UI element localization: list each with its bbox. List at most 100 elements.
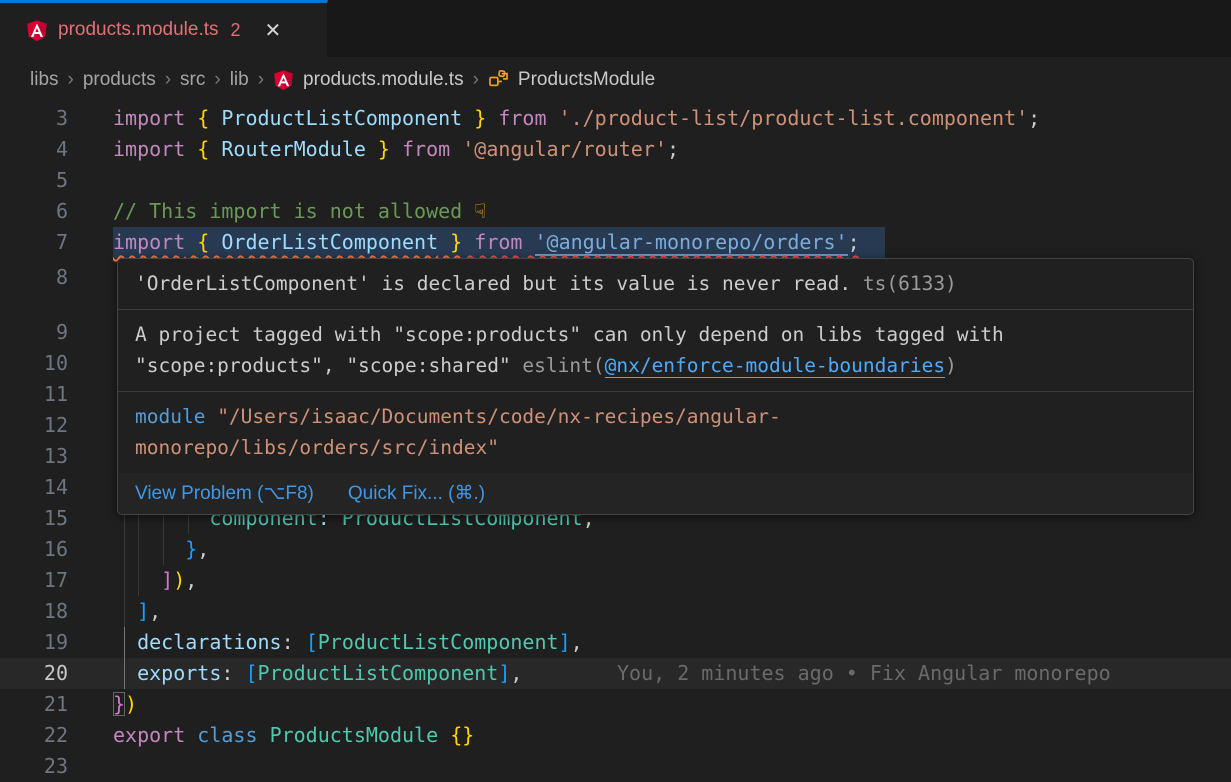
code-token: from	[498, 106, 546, 130]
problem-hover-popup: 'OrderListComponent' is declared but its…	[117, 258, 1194, 515]
code-token: export	[113, 723, 185, 747]
code-token: :	[282, 630, 306, 654]
hover-message-line: monorepo/libs/orders/src/index"	[135, 432, 1176, 463]
hover-message-line: 'OrderListComponent' is declared but its…	[135, 268, 1176, 299]
code-line-text: import { OrderListComponent } from '@ang…	[113, 227, 860, 258]
code-line-5[interactable]	[0, 165, 1231, 196]
code-token: ]	[137, 599, 149, 623]
code-token: [	[306, 630, 318, 654]
close-icon[interactable]: ✕	[265, 18, 282, 43]
chevron-right-icon: ›	[258, 69, 264, 91]
code-token: ,	[571, 630, 583, 654]
code-token: "scope:products", "scope:shared"	[135, 354, 511, 377]
code-token: // This import is not allowed	[113, 199, 474, 223]
code-line-text: declarations: [ProductListComponent],	[113, 627, 583, 658]
code-token: ☟	[474, 199, 486, 223]
hover-message-1: 'OrderListComponent' is declared but its…	[118, 259, 1193, 310]
hover-message-line: "scope:products", "scope:shared" eslint(…	[135, 350, 1176, 381]
quick-fix-action[interactable]: Quick Fix... (⌘.)	[348, 479, 485, 508]
code-token: ,	[510, 661, 522, 685]
code-token: {	[197, 230, 221, 254]
code-token	[486, 106, 498, 130]
breadcrumb: libs›products›src›lib›products.module.ts…	[0, 57, 1231, 103]
code-token: ;	[848, 230, 860, 254]
code-line-22[interactable]: export class ProductsModule {}	[0, 720, 1231, 751]
code-token: declarations	[137, 630, 282, 654]
code-token	[258, 723, 270, 747]
code-line-text: ],	[113, 596, 161, 627]
code-line-17[interactable]: ]),	[0, 565, 1231, 596]
code-token: {	[197, 106, 209, 130]
code-line-4[interactable]: import { RouterModule } from '@angular/r…	[0, 134, 1231, 165]
line-number-12[interactable]: 12	[0, 410, 68, 441]
breadcrumb-item-productsmodule[interactable]: ProductsModule	[488, 69, 655, 91]
symbol-class-icon	[488, 69, 510, 91]
breadcrumb-item-lib[interactable]: lib	[230, 69, 249, 91]
code-token: ProductListComponent	[318, 630, 559, 654]
hover-message-line: A project tagged with "scope:products" c…	[135, 319, 1176, 350]
breadcrumb-item-src[interactable]: src	[180, 69, 205, 91]
code-token: OrderListComponent	[221, 230, 438, 254]
code-line-7[interactable]: import { OrderListComponent } from '@ang…	[0, 227, 1231, 258]
code-line-18[interactable]: ],	[0, 596, 1231, 627]
code-line-text: ]),	[113, 565, 197, 596]
code-token: RouterModule	[209, 137, 378, 161]
code-token	[390, 137, 402, 161]
hover-message-2: A project tagged with "scope:products" c…	[118, 310, 1193, 392]
code-token	[113, 568, 161, 592]
code-token	[113, 537, 185, 561]
code-line-16[interactable]: },	[0, 534, 1231, 565]
chevron-right-icon: ›	[473, 69, 479, 91]
line-number-10[interactable]: 10	[0, 348, 68, 379]
tab-problem-count: 2	[231, 20, 241, 41]
breadcrumb-label: lib	[230, 69, 249, 91]
code-token: A project tagged with "scope:products" c…	[135, 323, 1004, 346]
code-token	[113, 661, 137, 685]
code-line-23[interactable]	[0, 751, 1231, 782]
code-token: '@angular/router'	[462, 137, 667, 161]
line-number-8[interactable]: 8	[0, 262, 68, 293]
code-token: monorepo/libs/orders/src/index"	[135, 436, 499, 459]
angular-icon	[273, 69, 295, 91]
import-path-link[interactable]: '@angular-monorepo/orders'	[535, 230, 848, 256]
code-line-3[interactable]: import { ProductListComponent } from './…	[0, 103, 1231, 134]
hover-action-bar: View Problem (⌥F8) Quick Fix... (⌘.)	[118, 473, 1193, 514]
line-number-11[interactable]: 11	[0, 379, 68, 410]
breadcrumb-item-products[interactable]: products	[83, 69, 156, 91]
code-token: import	[113, 137, 185, 161]
code-token: )	[173, 568, 185, 592]
code-token	[185, 230, 197, 254]
code-token	[185, 106, 197, 130]
line-number-13[interactable]: 13	[0, 441, 68, 472]
code-token: ,	[149, 599, 161, 623]
tab-title: products.module.ts	[58, 19, 219, 41]
breadcrumb-item-products-module-ts[interactable]: products.module.ts	[273, 69, 464, 91]
code-line-text: import { ProductListComponent } from './…	[113, 103, 1040, 134]
code-token: }	[474, 106, 486, 130]
breadcrumb-item-libs[interactable]: libs	[30, 69, 59, 91]
breadcrumb-label: products.module.ts	[303, 69, 464, 91]
code-line-19[interactable]: declarations: [ProductListComponent],	[0, 627, 1231, 658]
line-number-9[interactable]: 9	[0, 317, 68, 348]
code-line-text: // This import is not allowed ☟	[113, 196, 486, 227]
eslint-rule-link[interactable]: @nx/enforce-module-boundaries	[605, 354, 945, 378]
angular-icon	[26, 19, 48, 41]
breadcrumb-label: ProductsModule	[518, 69, 655, 91]
code-line-20[interactable]: exports: [ProductListComponent],You, 2 m…	[0, 658, 1231, 689]
code-token: ]	[559, 630, 571, 654]
tab-products-module[interactable]: products.module.ts 2 ✕	[0, 0, 328, 57]
view-problem-action[interactable]: View Problem (⌥F8)	[135, 479, 314, 508]
code-line-21[interactable]: })	[0, 689, 1231, 720]
code-token: from	[402, 137, 450, 161]
code-token: module	[135, 405, 205, 428]
code-token	[113, 599, 137, 623]
code-token: ;	[667, 137, 679, 161]
code-token: ProductListComponent	[258, 661, 499, 685]
code-line-6[interactable]: // This import is not allowed ☟	[0, 196, 1231, 227]
code-token: ]	[161, 568, 173, 592]
hover-message-3: module "/Users/isaac/Documents/code/nx-r…	[118, 392, 1193, 473]
line-number-14[interactable]: 14	[0, 472, 68, 503]
code-token: ,	[185, 568, 197, 592]
code-token: [	[245, 661, 257, 685]
chevron-right-icon: ›	[165, 69, 171, 91]
